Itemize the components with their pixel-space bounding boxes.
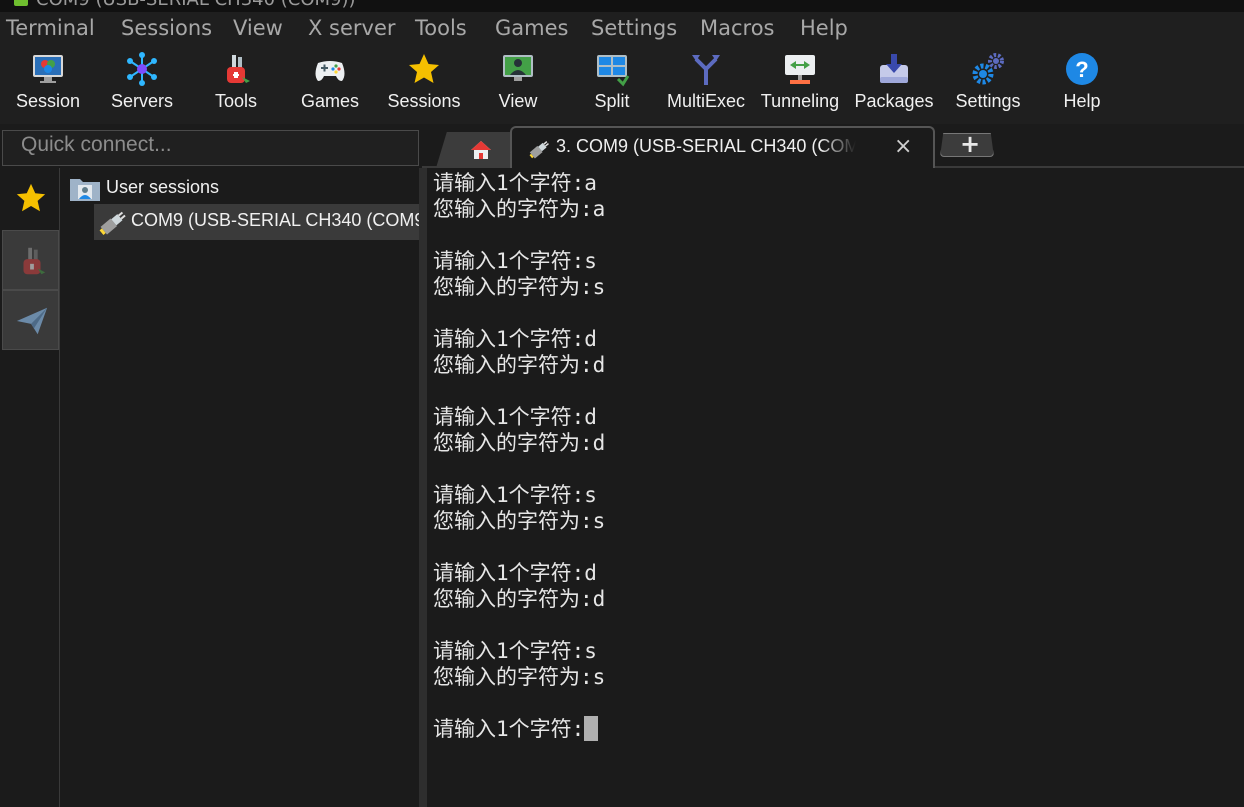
paper-plane-icon <box>16 307 48 335</box>
plus-icon: + <box>960 130 981 158</box>
menu-x-server[interactable]: X server <box>308 16 396 40</box>
help-label: Help <box>1063 91 1101 111</box>
terminal-line: 您输入的字符为:s <box>433 275 606 299</box>
sessions-button[interactable]: Sessions <box>379 46 469 124</box>
home-icon <box>471 141 491 159</box>
terminal-line: 请输入1个字符:s <box>433 639 597 663</box>
panel-splitter[interactable] <box>419 168 427 807</box>
menu-macros[interactable]: Macros <box>700 16 775 40</box>
servers-icon <box>127 52 157 86</box>
help-icon: ? <box>1066 53 1098 85</box>
tab-strip: 3. COM9 (USB-SERIAL CH340 (COM9)) × + <box>422 124 1244 168</box>
session-icon <box>33 55 63 83</box>
tools-icon <box>227 55 250 83</box>
menu-help[interactable]: Help <box>800 16 848 40</box>
split-button[interactable]: Split <box>567 46 657 124</box>
terminal-line: 您输入的字符为:d <box>433 587 606 611</box>
view-icon <box>503 55 533 81</box>
terminal-cursor <box>584 716 599 741</box>
split-icon <box>597 55 630 87</box>
terminal-output[interactable]: 请输入1个字符:a 您输入的字符为:a 请输入1个字符:s 您输入的字符为:s … <box>427 168 1244 807</box>
quick-connect-input[interactable]: Quick connect... <box>2 130 419 166</box>
session-item-com9[interactable]: COM9 (USB-SERIAL CH340 (COM9)) <box>94 204 419 240</box>
session-button[interactable]: Session <box>3 46 93 124</box>
terminal-line: 请输入1个字符:s <box>433 483 597 507</box>
multiexec-icon <box>692 55 720 85</box>
menu-tools[interactable]: Tools <box>415 16 467 40</box>
terminal-line: 您输入的字符为:d <box>433 353 606 377</box>
tools-button[interactable]: Tools <box>191 46 281 124</box>
games-button[interactable]: Games <box>285 46 375 124</box>
sidebar-tab-sessions[interactable] <box>2 168 59 228</box>
sidebar-tab-tools[interactable] <box>2 230 59 290</box>
terminal-prompt-line: 请输入1个字符: <box>433 716 1244 742</box>
menu-view[interactable]: View <box>233 16 283 40</box>
tunneling-button[interactable]: Tunneling <box>755 46 845 124</box>
serial-plug-icon <box>529 141 549 159</box>
gears-icon <box>972 53 1004 85</box>
new-tab-button[interactable]: + <box>940 133 994 157</box>
view-button[interactable]: View <box>473 46 563 124</box>
terminal-line: 请输入1个字符:d <box>433 327 597 351</box>
session-item-label: COM9 (USB-SERIAL CH340 (COM9)) <box>131 210 419 230</box>
menu-terminal[interactable]: Terminal <box>6 16 95 40</box>
session-tree: User sessions COM9 (USB-SERIAL CH340 (CO… <box>61 168 419 807</box>
sidebar-tab-sftp[interactable] <box>2 290 59 350</box>
terminal-line: 您输入的字符为:s <box>433 509 606 533</box>
tools-icon <box>23 247 46 275</box>
menu-sessions[interactable]: Sessions <box>121 16 212 40</box>
packages-icon <box>880 54 908 83</box>
multiexec-button[interactable]: MultiExec <box>661 46 751 124</box>
servers-button[interactable]: Servers <box>97 46 187 124</box>
gamepad-icon <box>315 61 345 81</box>
menu-games[interactable]: Games <box>495 16 568 40</box>
terminal-line: 请输入1个字符:s <box>433 249 597 273</box>
folder-user-icon <box>70 179 100 201</box>
star-icon <box>409 54 439 83</box>
terminal-line: 请输入1个字符:d <box>433 561 597 585</box>
tunneling-icon <box>785 55 815 84</box>
title-bar: COM9 (USB-SERIAL CH340 (COM9)) <box>0 0 1244 12</box>
menu-bar: Terminal Sessions View X server Tools Ga… <box>0 12 1244 46</box>
toolbar: Session Servers Tools Games Sessions Vie… <box>0 46 1244 124</box>
window-title: COM9 (USB-SERIAL CH340 (COM9)) <box>36 0 356 10</box>
user-sessions-label: User sessions <box>106 177 220 197</box>
settings-button[interactable]: Settings <box>943 46 1033 124</box>
star-icon <box>16 183 46 212</box>
tab-com9-label: 3. COM9 (USB-SERIAL CH340 (COM9)) <box>556 136 856 156</box>
terminal-prompt: 请输入1个字符: <box>433 717 585 741</box>
terminal-line: 您输入的字符为:d <box>433 431 606 455</box>
menu-settings[interactable]: Settings <box>591 16 677 40</box>
tab-close-icon[interactable]: × <box>894 134 912 159</box>
svg-text:?: ? <box>1075 57 1088 82</box>
app-icon <box>14 0 28 6</box>
terminal-line: 您输入的字符为:s <box>433 665 606 689</box>
terminal-line: 请输入1个字符:d <box>433 405 597 429</box>
sidebar-tabs <box>0 168 60 807</box>
terminal-line: 请输入1个字符:a <box>433 171 597 195</box>
terminal-line: 您输入的字符为:a <box>433 197 606 221</box>
help-button[interactable]: ? Help <box>1037 46 1127 124</box>
packages-button[interactable]: Packages <box>849 46 939 124</box>
tab-com9-session[interactable]: 3. COM9 (USB-SERIAL CH340 (COM9)) × <box>510 126 935 168</box>
serial-plug-icon <box>99 211 126 235</box>
